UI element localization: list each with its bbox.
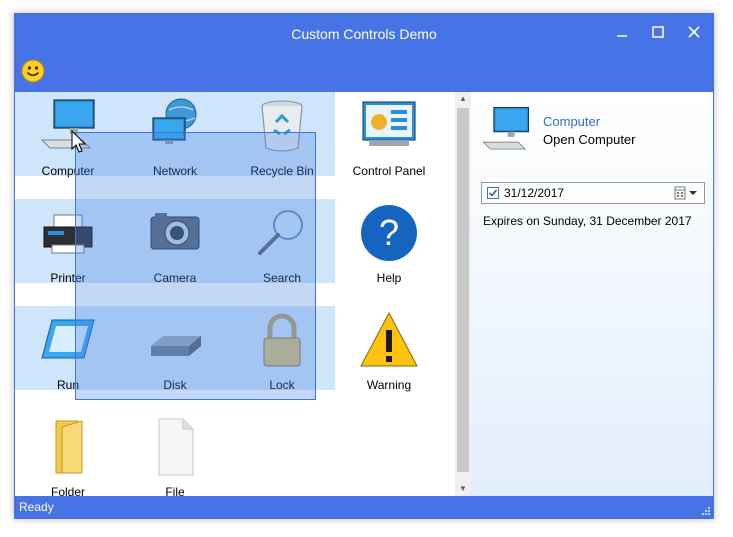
folder-icon (55, 420, 83, 474)
maximize-icon (652, 26, 664, 38)
close-button[interactable] (679, 20, 709, 44)
scrollbar-thumb[interactable] (457, 108, 469, 472)
computer-icon (482, 106, 530, 150)
calendar-dropdown-icon[interactable] (674, 186, 700, 200)
details-panel: Computer Open Computer 31/12/2017 Expire… (471, 92, 713, 496)
grid-item-warning[interactable]: Warning (336, 306, 442, 406)
scroll-up-icon[interactable]: ▲ (455, 92, 471, 106)
content-area: Computer Network Recycle Bin Control Pan… (15, 92, 713, 499)
mouse-cursor-icon (71, 130, 87, 153)
title-bar: Custom Controls Demo (15, 14, 713, 92)
details-action-text: Open Computer (543, 132, 636, 147)
resize-grip-icon[interactable] (701, 506, 711, 516)
maximize-button[interactable] (643, 20, 673, 44)
date-picker[interactable]: 31/12/2017 (481, 182, 705, 204)
grid-item-label: Warning (366, 378, 412, 392)
minimize-icon (617, 35, 627, 37)
grid-item-control-panel[interactable]: Control Panel (336, 92, 442, 192)
file-icon (158, 418, 194, 476)
date-value: 31/12/2017 (504, 186, 565, 200)
grid-item-help[interactable]: ? Help (336, 199, 442, 299)
drag-selection-rectangle (75, 132, 316, 400)
grid-item-label: Help (376, 271, 402, 285)
control-panel-icon (362, 101, 416, 146)
close-icon (688, 26, 700, 38)
minimize-button[interactable] (607, 20, 637, 44)
expires-label: Expires on Sunday, 31 December 2017 (483, 214, 692, 228)
warning-icon (360, 311, 418, 367)
vertical-scrollbar[interactable]: ▲ ▼ (455, 92, 471, 496)
svg-text:?: ? (379, 212, 399, 253)
grid-item-label: Control Panel (352, 164, 426, 178)
details-title-link[interactable]: Computer (543, 114, 600, 129)
smiley-icon[interactable] (21, 59, 45, 83)
status-text: Ready (19, 500, 54, 514)
status-bar: Ready (15, 496, 713, 518)
date-checkbox[interactable] (487, 187, 499, 199)
checkmark-icon (489, 189, 498, 197)
main-window: Custom Controls Demo Computer Network Re… (14, 13, 714, 519)
scroll-down-icon[interactable]: ▼ (455, 482, 471, 496)
icon-grid: Computer Network Recycle Bin Control Pan… (15, 92, 455, 499)
help-icon: ? (361, 205, 417, 261)
